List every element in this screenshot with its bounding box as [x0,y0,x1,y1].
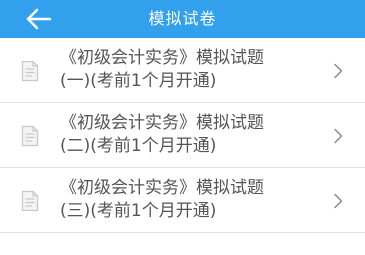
exam-list-item-3[interactable]: 《初级会计实务》模拟试题 (三)(考前1个月开通) [0,168,365,233]
chevron-right-icon [334,193,343,209]
document-icon [21,125,39,147]
exam-item-title-line1: 《初级会计实务》模拟试题 [60,48,264,68]
exam-list-item-2[interactable]: 《初级会计实务》模拟试题 (二)(考前1个月开通) [0,103,365,168]
exam-item-title: 《初级会计实务》模拟试题 (三)(考前1个月开通) [60,177,310,223]
exam-item-title-line2: (三)(考前1个月开通) [60,201,217,221]
chevron-right-icon [334,128,343,144]
chevron-right-icon [334,63,343,79]
arrow-left-icon [26,8,52,30]
exam-list-item-1[interactable]: 《初级会计实务》模拟试题 (一)(考前1个月开通) [0,38,365,103]
document-icon [21,190,39,212]
back-button[interactable] [22,4,56,34]
exam-item-title-line1: 《初级会计实务》模拟试题 [60,178,264,198]
exam-item-title-line1: 《初级会计实务》模拟试题 [60,113,264,133]
exam-item-title-line2: (一)(考前1个月开通) [60,71,217,91]
exam-item-title-line2: (二)(考前1个月开通) [60,136,217,156]
app-header: 模拟试卷 [0,0,365,38]
exam-item-title: 《初级会计实务》模拟试题 (一)(考前1个月开通) [60,47,310,93]
exam-list: 《初级会计实务》模拟试题 (一)(考前1个月开通) 《初级会计实务》模拟试题 (… [0,38,365,233]
document-icon [21,60,39,82]
exam-item-title: 《初级会计实务》模拟试题 (二)(考前1个月开通) [60,112,310,158]
